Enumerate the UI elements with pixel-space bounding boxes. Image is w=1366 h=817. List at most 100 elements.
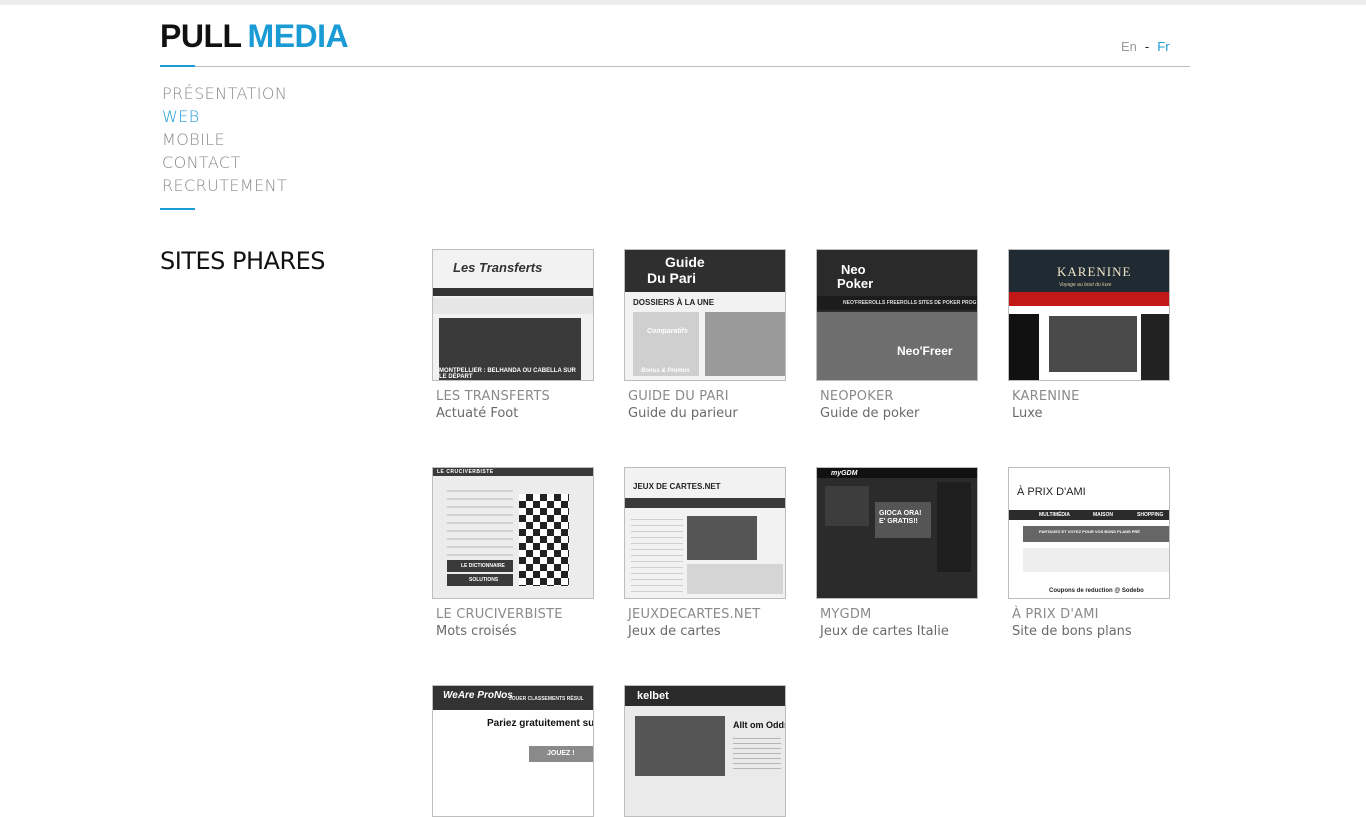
neo-banner: Neo'Freer [897, 344, 953, 358]
jdc-game-image [687, 516, 757, 560]
site-thumbnail-neopoker[interactable]: Neo Poker NEO'FREEROLLS FREEROLLS SITES … [816, 249, 978, 381]
site-card[interactable]: Guide Du Pari DOSSIERS À LA UNE Comparat… [624, 249, 786, 421]
site-title: LE CRUCIVERBISTE [436, 607, 563, 622]
site-subtitle: Site de bons plans [1012, 624, 1132, 639]
mygdm-side-column [937, 482, 971, 572]
site-thumbnail-mygdm[interactable]: myGDM GIOCA ORA! E' GRATIS!! [816, 467, 978, 599]
nav-accent [160, 208, 195, 210]
karenine-right-photo [1141, 314, 1169, 380]
prix-promo: PARTAGEZ ET VOTEZ POUR VOS BONS PLANS PR… [1039, 529, 1140, 534]
section-title: SITES PHARES [160, 247, 326, 275]
site-card[interactable]: kelbet Allt om Odds [624, 685, 786, 817]
logo-part-pull: PULL [160, 18, 242, 54]
site-title: LES TRANSFERTS [436, 389, 550, 404]
karenine-logo: KARENINE [1057, 264, 1132, 279]
guide-logo-line2: Du Pari [647, 270, 697, 286]
pronos-logo: WeAre ProNos [443, 690, 513, 701]
site-title: À PRIX D'AMI [1012, 607, 1099, 622]
cruci-grid [519, 494, 569, 586]
site-title: GUIDE DU PARI [628, 389, 729, 404]
site-card[interactable]: Les Transferts MONTPELLIER : BELHANDA OU… [432, 249, 594, 421]
site-card[interactable]: LE CRUCIVERBISTE LE DICTIONNAIRE SOLUTIO… [432, 467, 594, 639]
lang-en-link[interactable]: En [1121, 39, 1137, 54]
nav-item-presentation[interactable]: PRÉSENTATION [162, 82, 287, 105]
language-switcher: En - Fr [1121, 39, 1170, 54]
guide-link-1: Comparatifs [647, 328, 688, 335]
jdc-menu-bar [625, 498, 785, 508]
guide-link-2: Bonus & Promos [641, 368, 690, 374]
neo-logo-line1: Neo [841, 262, 866, 277]
jdc-content-block [687, 564, 783, 594]
mygdm-logo: myGDM [831, 470, 858, 477]
cruci-menu-list [447, 484, 513, 558]
header-divider [160, 66, 1190, 67]
cruci-btn-solutions: SOLUTIONS [469, 577, 499, 583]
nav-item-recrutement[interactable]: RECRUTEMENT [162, 174, 287, 197]
cruci-btn-dictionnaire: LE DICTIONNAIRE [461, 563, 505, 569]
jdc-side-list [631, 514, 683, 594]
transferts-menu-bar [433, 288, 593, 296]
site-thumbnail-a-prix-dami[interactable]: À PRIX D'AMI MULTIMÉDIA MAISON SHOPPING … [1008, 467, 1170, 599]
prix-filter-row [1023, 548, 1169, 572]
site-subtitle: Guide du parieur [628, 406, 738, 421]
main-nav: PRÉSENTATION WEB MOBILE CONTACT RECRUTEM… [162, 82, 287, 197]
karenine-red-bar [1009, 292, 1169, 306]
kelbet-photo [635, 716, 725, 776]
prix-coupon: Coupons de reduction @ Sodebo [1049, 588, 1144, 594]
site-subtitle: Mots croisés [436, 624, 517, 639]
cruci-logo: LE CRUCIVERBISTE [437, 469, 494, 475]
transferts-logo: Les Transferts [453, 260, 543, 275]
kelbet-logo: kelbet [637, 690, 669, 702]
site-subtitle: Jeux de cartes Italie [820, 624, 949, 639]
site-thumbnail-karenine[interactable]: KARENINE Voyage au bout du luxe [1008, 249, 1170, 381]
site-card[interactable]: JEUX DE CARTES.NET JEUXDECARTES.NET Jeux… [624, 467, 786, 639]
site-thumbnail-weare-pronos[interactable]: WeAre ProNos JOUER CLASSEMENTS RÉSUL Par… [432, 685, 594, 817]
prix-menu-2: MAISON [1093, 512, 1113, 518]
site-card[interactable]: WeAre ProNos JOUER CLASSEMENTS RÉSUL Par… [432, 685, 594, 817]
site-thumbnail-jeuxdecartes[interactable]: JEUX DE CARTES.NET [624, 467, 786, 599]
karenine-city-photo [1049, 316, 1137, 372]
guide-heading: DOSSIERS À LA UNE [633, 298, 715, 307]
site-subtitle: Luxe [1012, 406, 1043, 421]
site-card[interactable]: KARENINE Voyage au bout du luxe KARENINE… [1008, 249, 1170, 421]
jdc-logo: JEUX DE CARTES.NET [633, 482, 721, 491]
karenine-tagline: Voyage au bout du luxe [1059, 282, 1112, 288]
site-thumbnail-les-transferts[interactable]: Les Transferts MONTPELLIER : BELHANDA OU… [432, 249, 594, 381]
header-accent [160, 65, 195, 67]
guide-photo [705, 312, 785, 376]
prix-menu-1: MULTIMÉDIA [1039, 512, 1071, 518]
lang-fr-link[interactable]: Fr [1157, 39, 1169, 54]
lang-separator: - [1144, 39, 1150, 54]
nav-item-mobile[interactable]: MOBILE [162, 128, 287, 151]
site-card[interactable]: myGDM GIOCA ORA! E' GRATIS!! MYGDM Jeux … [816, 467, 978, 639]
site-thumbnail-guide-du-pari[interactable]: Guide Du Pari DOSSIERS À LA UNE Comparat… [624, 249, 786, 381]
neo-menu: NEO'FREEROLLS FREEROLLS SITES DE POKER P… [843, 300, 977, 306]
site-logo[interactable]: PULL MEDIA [160, 18, 349, 55]
site-card[interactable]: Neo Poker NEO'FREEROLLS FREEROLLS SITES … [816, 249, 978, 421]
nav-item-contact[interactable]: CONTACT [162, 151, 287, 174]
prix-menu-3: SHOPPING [1137, 512, 1164, 518]
site-thumbnail-kelbet[interactable]: kelbet Allt om Odds [624, 685, 786, 817]
mygdm-login-box [825, 486, 869, 526]
karenine-left-photo [1009, 314, 1039, 380]
site-subtitle: Guide de poker [820, 406, 920, 421]
nav-item-web[interactable]: WEB [162, 105, 287, 128]
top-bar [0, 0, 1366, 5]
site-title: MYGDM [820, 607, 872, 622]
site-subtitle: Jeux de cartes [628, 624, 721, 639]
site-title: NEOPOKER [820, 389, 894, 404]
transferts-club-bar [433, 298, 593, 314]
pronos-menu: JOUER CLASSEMENTS RÉSUL [509, 696, 584, 702]
site-card[interactable]: À PRIX D'AMI MULTIMÉDIA MAISON SHOPPING … [1008, 467, 1170, 639]
neo-logo-line2: Poker [837, 276, 874, 291]
guide-side-panel [633, 312, 699, 376]
pronos-heading: Pariez gratuitement sur [487, 718, 594, 729]
site-thumbnail-le-cruciverbiste[interactable]: LE CRUCIVERBISTE LE DICTIONNAIRE SOLUTIO… [432, 467, 594, 599]
pronos-play-button: JOUEZ ! [547, 750, 575, 757]
transferts-headline: MONTPELLIER : BELHANDA OU CABELLA SUR LE… [439, 368, 576, 380]
guide-logo-line1: Guide [665, 254, 705, 270]
kelbet-heading: Allt om Odds [733, 720, 786, 730]
site-subtitle: Actuaté Foot [436, 406, 519, 421]
logo-part-media: MEDIA [247, 18, 349, 54]
mygdm-banner: GIOCA ORA! E' GRATIS!! [879, 510, 922, 525]
